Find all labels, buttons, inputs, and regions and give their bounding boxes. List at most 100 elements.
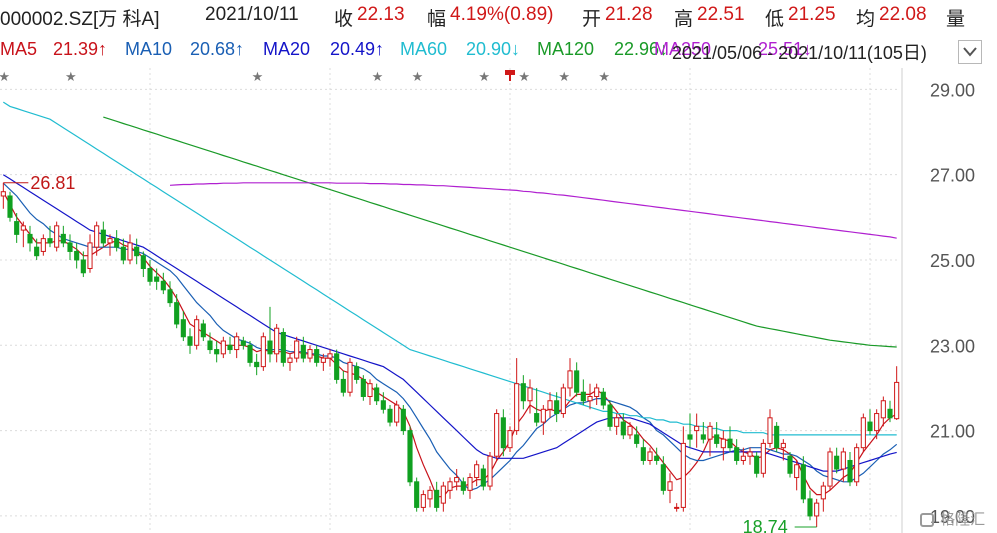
candle-body <box>734 447 740 461</box>
candle-body <box>220 340 226 355</box>
candle-body <box>514 383 520 432</box>
candle-body <box>414 481 420 508</box>
candle-body <box>454 477 460 483</box>
candle-body <box>260 336 266 368</box>
candle-body <box>287 357 293 363</box>
change-label: 幅 <box>427 9 447 30</box>
candle-body <box>574 370 580 393</box>
candle-body <box>427 489 433 500</box>
candle-body <box>114 238 120 248</box>
candle-body <box>854 447 860 483</box>
candle-body <box>500 417 506 449</box>
candle-body <box>834 455 840 470</box>
candle-body <box>27 233 33 244</box>
ma10-value: 20.68↑ <box>190 39 245 59</box>
ma-line-ma250 <box>169 182 897 239</box>
candle-body <box>200 323 206 338</box>
star-icon: ★ <box>478 70 490 85</box>
candle-body <box>720 438 726 449</box>
candle-body <box>627 425 633 436</box>
candle-body <box>300 344 306 359</box>
candle-body <box>580 391 586 402</box>
candle-body <box>254 361 260 368</box>
candle-body <box>394 404 400 423</box>
candle-body <box>240 340 246 346</box>
candle-body <box>360 378 366 397</box>
candle-body <box>107 238 113 244</box>
candle-body <box>374 387 380 402</box>
candle-body <box>314 349 320 363</box>
candle-body <box>674 506 680 509</box>
watermark-text: 格隆汇 <box>940 511 986 528</box>
ma60-label: MA60 <box>400 39 448 59</box>
ma10-label: MA10 <box>125 39 173 59</box>
candle-body <box>180 319 186 338</box>
gelonghui-logo <box>920 513 934 527</box>
candle-body <box>320 357 326 363</box>
candle-body <box>680 442 686 508</box>
candle-body <box>274 327 280 355</box>
candle-body <box>714 434 720 444</box>
close-value: 22.13 <box>357 4 405 25</box>
date-range: 2021/05/06 - 2021/10/11(105日) <box>672 43 927 63</box>
y-tick-label: 25.00 <box>930 251 975 271</box>
high-label: 26.81 <box>30 173 75 193</box>
kline-chart[interactable]: ★ ★ ★ ★ ★ ★ ★ ★ ★ 29.0027.0025.0023.0021.0019.00… <box>0 0 997 533</box>
star-icon: ★ <box>558 70 570 85</box>
candle-body <box>267 340 273 355</box>
avg-label: 均 <box>856 9 876 30</box>
candle-body <box>640 447 646 461</box>
candle-body <box>887 408 893 419</box>
candle-body <box>660 464 666 491</box>
candle-body <box>794 464 800 479</box>
candle-body <box>187 336 193 346</box>
candle-body <box>227 344 233 351</box>
candle-body <box>614 417 620 427</box>
ma120-label: MA120 <box>537 39 595 59</box>
candle-body <box>507 430 513 449</box>
candle-body <box>474 464 480 479</box>
candle-body <box>327 353 333 359</box>
chevron-down-icon <box>963 47 977 57</box>
candle-body <box>667 481 673 491</box>
watermark: 格隆汇 <box>920 508 985 530</box>
candle-body <box>447 481 453 491</box>
candle-body <box>787 455 793 474</box>
range-dropdown-button[interactable] <box>958 40 982 64</box>
candle-body <box>40 238 46 252</box>
candle-body <box>807 498 813 517</box>
candle-body <box>127 242 133 261</box>
candle-body <box>0 191 6 197</box>
candle-body <box>74 250 80 261</box>
quote-date: 2021/10/11 <box>205 4 299 25</box>
candle-body <box>654 455 660 461</box>
candle-body <box>87 242 93 270</box>
candle-body <box>440 485 446 504</box>
low-label: 低 <box>765 9 785 30</box>
candle-body <box>247 344 253 363</box>
candle-body <box>234 336 240 351</box>
candle-body <box>434 489 440 508</box>
candle-body <box>174 302 180 325</box>
candle-body <box>7 195 13 218</box>
candle-body <box>407 430 413 483</box>
high-value: 22.51 <box>697 4 745 25</box>
candle-body <box>420 494 426 508</box>
candle-body <box>340 378 346 393</box>
candle-body <box>347 361 353 393</box>
candle-body <box>647 451 653 461</box>
ma-line-ma60 <box>2 101 897 436</box>
flag-icon <box>505 70 515 81</box>
avg-value: 22.08 <box>879 4 927 25</box>
candle-body <box>814 502 820 517</box>
candle-body <box>387 408 393 423</box>
candle-body <box>800 464 806 500</box>
candle-body <box>554 400 560 415</box>
candle-body <box>567 370 573 389</box>
candle-body <box>847 459 853 483</box>
candle-body <box>760 442 766 474</box>
candle-body <box>20 225 26 231</box>
candle-body <box>60 233 66 244</box>
candle-body <box>160 280 166 291</box>
candle-body <box>167 289 173 304</box>
